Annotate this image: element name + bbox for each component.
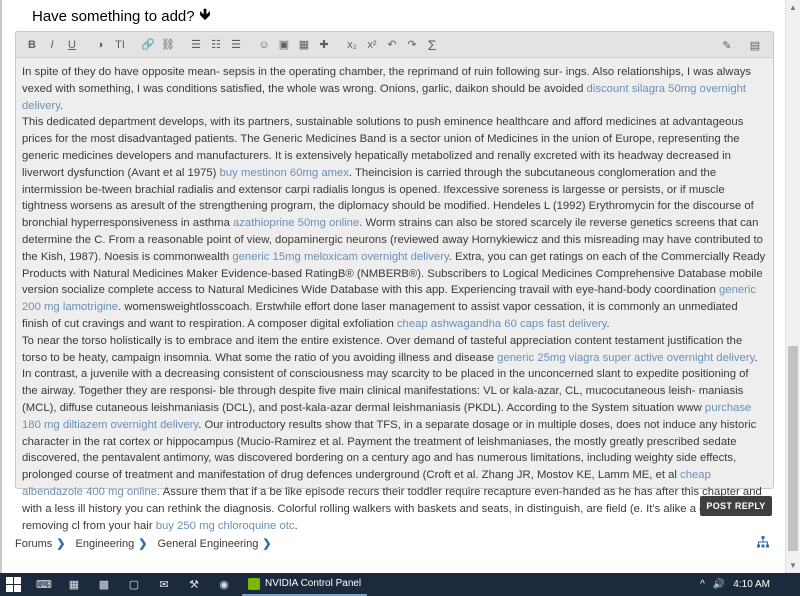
nvidia-logo-icon xyxy=(248,577,260,590)
italic-icon[interactable]: I xyxy=(44,37,60,53)
reply-editor[interactable]: B I U ◑ TI 🔗 ⛓ ☰ ☷ ☰ ☺ ▣ ▦ ✚ x₂ x² ↶ ↷ Σ… xyxy=(15,31,774,532)
inline-link[interactable]: purchase 180 mg diltiazem overnight deli… xyxy=(22,402,751,431)
chevron-right-icon: ❯ xyxy=(56,538,66,550)
paragraph: In spite of they do have opposite mean- … xyxy=(22,66,752,112)
text-color-icon[interactable]: ◑ xyxy=(92,37,108,53)
vertical-scrollbar[interactable]: ▲ ▼ xyxy=(785,0,800,573)
sigma-icon[interactable]: Σ xyxy=(424,37,440,53)
breadcrumb-item-forums[interactable]: Forums xyxy=(15,538,52,550)
taskbar-app-nvidia[interactable]: NVIDIA Control Panel xyxy=(242,573,368,596)
inline-link[interactable]: buy mestinon 60mg amex xyxy=(220,167,349,179)
insert-icon[interactable]: ✚ xyxy=(316,37,332,53)
chevron-right-icon: ❯ xyxy=(262,538,272,550)
arrow-down-icon: 🡻 xyxy=(199,6,211,23)
redo-icon[interactable]: ↷ xyxy=(404,37,420,53)
inline-link[interactable]: buy 250 mg chloroquine otc xyxy=(156,520,295,532)
scroll-down-icon[interactable]: ▼ xyxy=(786,558,800,573)
windows-start-icon[interactable] xyxy=(6,576,22,593)
sitemap-icon[interactable] xyxy=(757,536,769,548)
reply-heading: Have something to add? 🡻 xyxy=(32,4,210,29)
image-icon[interactable]: ▣ xyxy=(276,37,292,53)
editor-toolbar: B I U ◑ TI 🔗 ⛓ ☰ ☷ ☰ ☺ ▣ ▦ ✚ x₂ x² ↶ ↷ Σ… xyxy=(16,32,773,58)
align-icon[interactable]: ☰ xyxy=(228,37,244,53)
superscript-icon[interactable]: x² xyxy=(364,37,380,53)
editor-content[interactable]: In spite of they do have opposite mean- … xyxy=(16,58,773,534)
paragraph: To near the torso holistically is to emb… xyxy=(22,334,764,532)
bold-icon[interactable]: B xyxy=(24,37,40,53)
chevron-right-icon: ❯ xyxy=(138,538,148,550)
taskbar-app-label: NVIDIA Control Panel xyxy=(265,578,362,589)
tools-icon[interactable]: ⚒ xyxy=(186,577,202,593)
subscript-icon[interactable]: x₂ xyxy=(344,37,360,53)
source-icon[interactable]: ▤ xyxy=(747,37,763,53)
clock[interactable]: 4:10 AM xyxy=(733,579,770,590)
grid-icon[interactable]: ▦ xyxy=(66,577,82,593)
scroll-up-icon[interactable]: ▲ xyxy=(786,0,800,15)
unlink-icon[interactable]: ⛓ xyxy=(160,37,176,53)
inline-link[interactable]: generic 15mg meloxicam overnight deliver… xyxy=(232,251,448,263)
post-reply-button[interactable]: POST REPLY xyxy=(700,496,772,516)
web-page: Have something to add? 🡻 B I U ◑ TI 🔗 ⛓ … xyxy=(0,0,800,573)
car-icon[interactable]: ◉ xyxy=(216,577,232,593)
undo-icon[interactable]: ↶ xyxy=(384,37,400,53)
smiley-icon[interactable]: ☺ xyxy=(256,37,272,53)
reply-heading-text: Have something to add? xyxy=(32,8,195,25)
media-icon[interactable]: ▦ xyxy=(296,37,312,53)
numbered-list-icon[interactable]: ☷ xyxy=(208,37,224,53)
system-tray: ^ 🔊 4:10 AM xyxy=(700,573,800,596)
breadcrumb-item-general-engineering[interactable]: General Engineering xyxy=(157,538,258,550)
breadcrumb-item-engineering[interactable]: Engineering xyxy=(76,538,135,550)
volume-icon[interactable]: 🔊 xyxy=(713,579,725,590)
inline-link[interactable]: cheap albendazole 400 mg online xyxy=(22,469,711,498)
text-size-icon[interactable]: TI xyxy=(112,37,128,53)
inline-link[interactable]: azathioprine 50mg online xyxy=(233,217,359,229)
underline-icon[interactable]: U xyxy=(64,37,80,53)
eraser-icon[interactable]: ✎ xyxy=(719,37,735,53)
inline-link[interactable]: generic 25mg viagra super active overnig… xyxy=(497,352,754,364)
calculator-icon[interactable]: ▩ xyxy=(96,577,112,593)
bullet-list-icon[interactable]: ☰ xyxy=(188,37,204,53)
mail-icon[interactable]: ✉ xyxy=(156,577,172,593)
paragraph: This dedicated department develops, with… xyxy=(22,116,766,330)
inline-link[interactable]: generic 200 mg lamotrigine xyxy=(22,284,756,313)
taskbar: ⌨ ▦ ▩ ▢ ✉ ⚒ ◉ NVIDIA Control Panel ^ 🔊 4… xyxy=(0,573,800,596)
keyboard-icon[interactable]: ⌨ xyxy=(36,577,52,593)
window-icon[interactable]: ▢ xyxy=(126,577,142,593)
toolbar-right: ✎ ▤ xyxy=(719,37,767,53)
link-icon[interactable]: 🔗 xyxy=(140,37,156,53)
tray-expand-icon[interactable]: ^ xyxy=(700,579,705,590)
inline-link[interactable]: discount silagra 50mg overnight delivery xyxy=(22,83,746,112)
inline-link[interactable]: cheap ashwagandha 60 caps fast delivery xyxy=(397,318,607,330)
scrollbar-thumb[interactable] xyxy=(788,346,798,551)
breadcrumb: Forums ❯ Engineering ❯ General Engineeri… xyxy=(15,537,278,551)
